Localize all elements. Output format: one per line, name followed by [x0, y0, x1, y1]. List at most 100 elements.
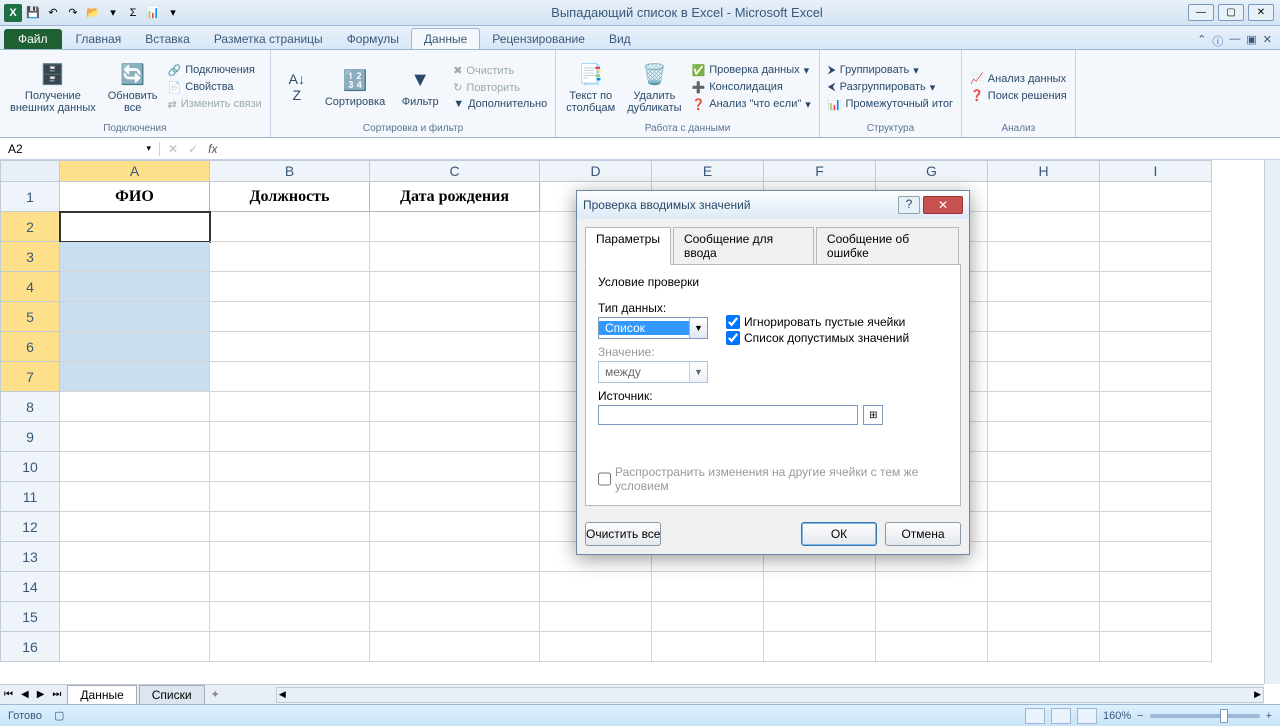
text-to-columns-button[interactable]: 📑Текст по столбцам [562, 52, 619, 122]
cell-A4[interactable] [60, 272, 210, 302]
workbook-close-icon[interactable]: ✕ [1263, 33, 1272, 49]
cell-I6[interactable] [1100, 332, 1212, 362]
cell-A7[interactable] [60, 362, 210, 392]
cell-C2[interactable] [370, 212, 540, 242]
cell-A3[interactable] [60, 242, 210, 272]
cell-B14[interactable] [210, 572, 370, 602]
column-header-A[interactable]: A [60, 160, 210, 182]
row-header-15[interactable]: 15 [0, 602, 60, 632]
row-header-7[interactable]: 7 [0, 362, 60, 392]
cell-C15[interactable] [370, 602, 540, 632]
cell-H14[interactable] [988, 572, 1100, 602]
cell-H13[interactable] [988, 542, 1100, 572]
cell-I14[interactable] [1100, 572, 1212, 602]
row-header-8[interactable]: 8 [0, 392, 60, 422]
dialog-tab-params[interactable]: Параметры [585, 227, 671, 265]
macro-rec-icon[interactable]: ▢ [54, 709, 64, 722]
enter-fx-icon[interactable]: ✓ [188, 142, 198, 156]
cell-F14[interactable] [764, 572, 876, 602]
type-dropdown[interactable]: Список▼ [598, 317, 708, 339]
data-validation-button[interactable]: ✅Проверка данных ▾ [690, 63, 813, 78]
tab-insert[interactable]: Вставка [133, 29, 202, 49]
row-header-6[interactable]: 6 [0, 332, 60, 362]
cell-B9[interactable] [210, 422, 370, 452]
dialog-close-button[interactable]: ✕ [923, 196, 963, 214]
ungroup-button[interactable]: ⮜Разгруппировать ▾ [826, 80, 955, 95]
tab-formulas[interactable]: Формулы [335, 29, 411, 49]
view-normal-button[interactable] [1025, 708, 1045, 724]
clear-filter-button[interactable]: ✖Очистить [451, 63, 549, 78]
cell-A11[interactable] [60, 482, 210, 512]
cell-C1[interactable]: Дата рождения [370, 182, 540, 212]
tab-review[interactable]: Рецензирование [480, 29, 597, 49]
row-header-2[interactable]: 2 [0, 212, 60, 242]
cell-B15[interactable] [210, 602, 370, 632]
cell-I12[interactable] [1100, 512, 1212, 542]
cell-E14[interactable] [652, 572, 764, 602]
consolidate-button[interactable]: ➕Консолидация [690, 80, 813, 95]
ok-button[interactable]: ОК [801, 522, 877, 546]
cell-B6[interactable] [210, 332, 370, 362]
cell-I1[interactable] [1100, 182, 1212, 212]
cell-C5[interactable] [370, 302, 540, 332]
group-button[interactable]: ⮞Группировать ▾ [826, 63, 955, 78]
cell-F15[interactable] [764, 602, 876, 632]
cell-B7[interactable] [210, 362, 370, 392]
column-header-F[interactable]: F [764, 160, 876, 182]
workbook-min-icon[interactable]: — [1229, 33, 1240, 49]
sort-az-button[interactable]: A↓Z [277, 52, 317, 122]
cell-E16[interactable] [652, 632, 764, 662]
cell-A5[interactable] [60, 302, 210, 332]
data-analysis-button[interactable]: 📈Анализ данных [968, 71, 1069, 86]
cell-B11[interactable] [210, 482, 370, 512]
remove-duplicates-button[interactable]: 🗑️Удалить дубликаты [623, 52, 685, 122]
close-button[interactable]: ✕ [1248, 4, 1274, 21]
open-icon[interactable]: 📂 [84, 4, 102, 22]
cell-I4[interactable] [1100, 272, 1212, 302]
cell-A16[interactable] [60, 632, 210, 662]
cell-D15[interactable] [540, 602, 652, 632]
dialog-tab-errmsg[interactable]: Сообщение об ошибке [816, 227, 959, 265]
name-box[interactable]: A2▾ [0, 142, 160, 156]
sheet-tab-data[interactable]: Данные [67, 685, 136, 704]
reapply-button[interactable]: ↻Повторить [451, 80, 549, 95]
cell-C16[interactable] [370, 632, 540, 662]
row-header-4[interactable]: 4 [0, 272, 60, 302]
zoom-slider[interactable] [1150, 714, 1260, 718]
cell-D16[interactable] [540, 632, 652, 662]
cell-F16[interactable] [764, 632, 876, 662]
save-icon[interactable]: 💾 [24, 4, 42, 22]
cell-B16[interactable] [210, 632, 370, 662]
sheet-tab-lists[interactable]: Списки [139, 685, 205, 704]
cell-H2[interactable] [988, 212, 1100, 242]
advanced-filter-button[interactable]: ▼Дополнительно [451, 97, 549, 111]
row-header-3[interactable]: 3 [0, 242, 60, 272]
select-all-corner[interactable] [0, 160, 60, 182]
cell-I3[interactable] [1100, 242, 1212, 272]
cell-A2[interactable] [60, 212, 210, 242]
cell-H11[interactable] [988, 482, 1100, 512]
row-header-9[interactable]: 9 [0, 422, 60, 452]
row-header-12[interactable]: 12 [0, 512, 60, 542]
column-header-C[interactable]: C [370, 160, 540, 182]
qat-drop-icon[interactable]: ▾ [164, 4, 182, 22]
cell-I16[interactable] [1100, 632, 1212, 662]
help-icon[interactable]: ⓘ [1212, 33, 1223, 49]
dialog-titlebar[interactable]: Проверка вводимых значений ? ✕ [577, 191, 969, 219]
cell-H12[interactable] [988, 512, 1100, 542]
cell-A10[interactable] [60, 452, 210, 482]
sheet-nav-prev[interactable]: ◀ [17, 689, 33, 700]
cell-A15[interactable] [60, 602, 210, 632]
cell-B10[interactable] [210, 452, 370, 482]
edit-links-button[interactable]: ⇄Изменить связи [166, 97, 264, 112]
cell-E15[interactable] [652, 602, 764, 632]
cell-I7[interactable] [1100, 362, 1212, 392]
row-header-1[interactable]: 1 [0, 182, 60, 212]
sheet-nav-next[interactable]: ▶ [33, 689, 49, 700]
cell-C7[interactable] [370, 362, 540, 392]
cell-A12[interactable] [60, 512, 210, 542]
cell-H6[interactable] [988, 332, 1100, 362]
clear-all-button[interactable]: Очистить все [585, 522, 661, 546]
cell-A1[interactable]: ФИО [60, 182, 210, 212]
cell-H15[interactable] [988, 602, 1100, 632]
